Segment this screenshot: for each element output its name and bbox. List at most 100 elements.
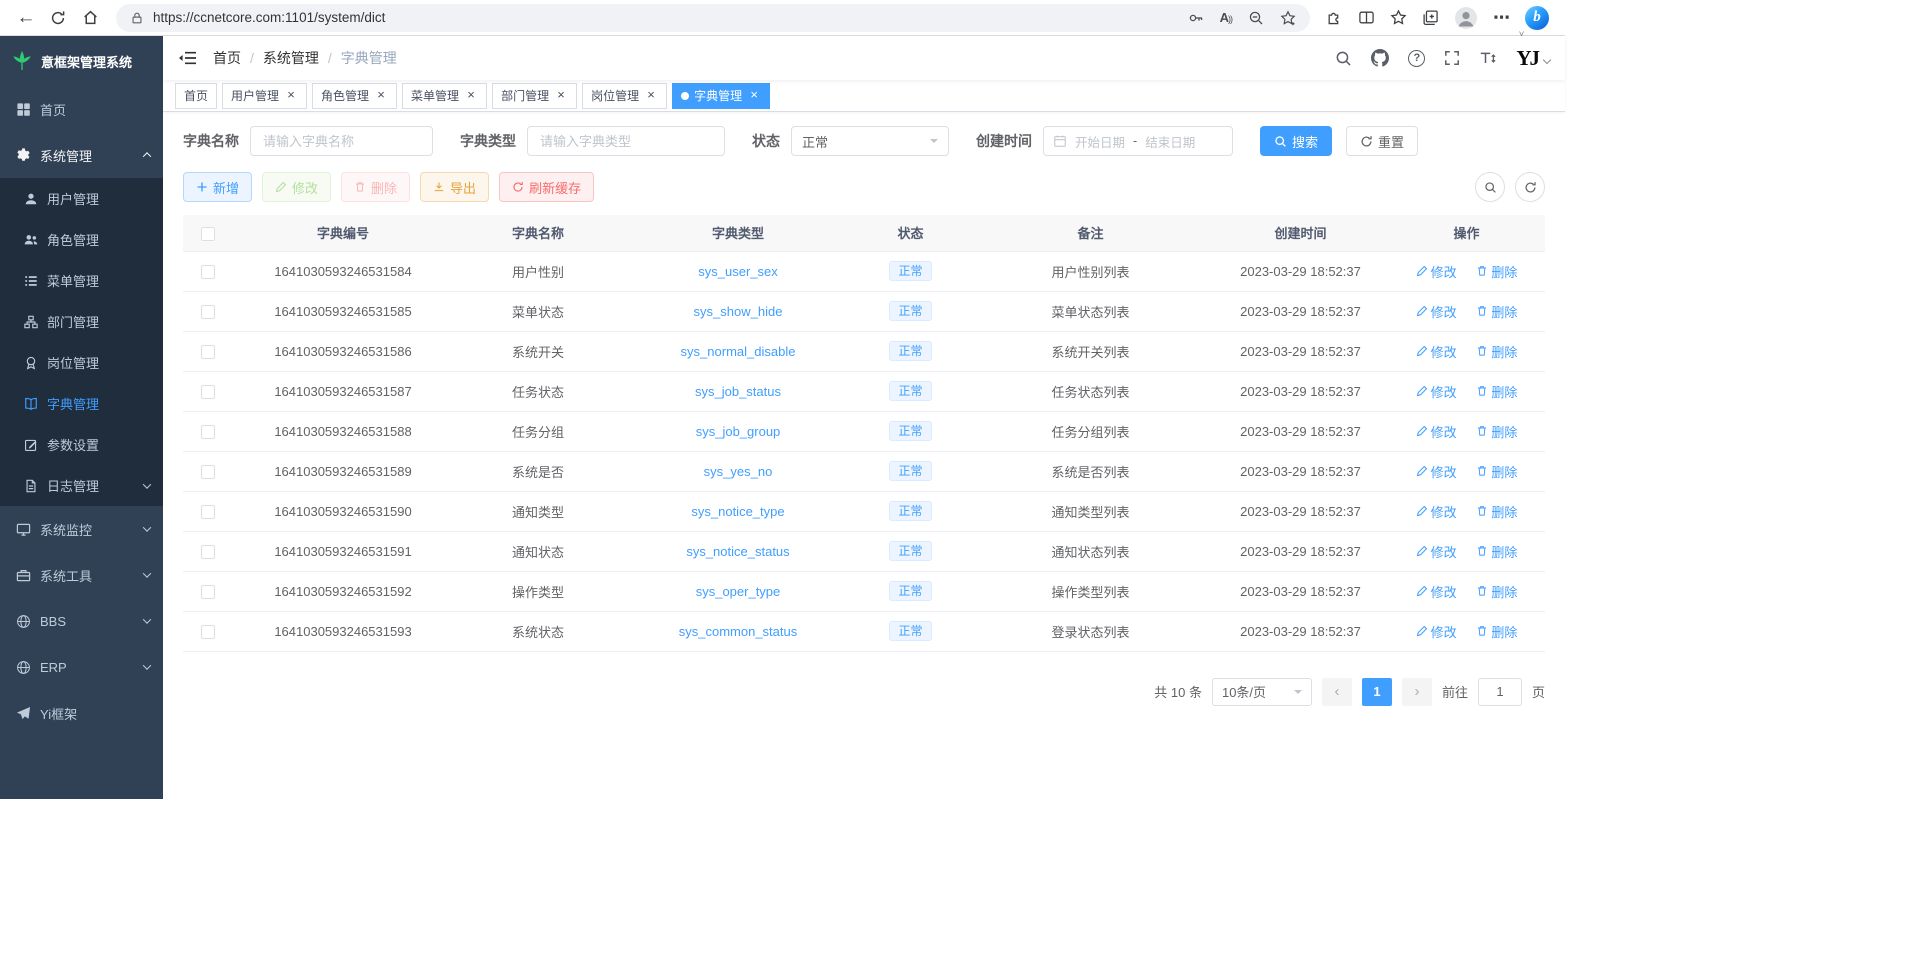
close-icon[interactable] bbox=[464, 89, 478, 103]
row-checkbox[interactable] bbox=[201, 265, 215, 279]
row-delete-button[interactable]: 删除 bbox=[1476, 502, 1517, 521]
row-edit-button[interactable]: 修改 bbox=[1416, 382, 1457, 401]
row-edit-button[interactable]: 修改 bbox=[1416, 462, 1457, 481]
close-icon[interactable] bbox=[747, 89, 761, 103]
export-button[interactable]: 导出 bbox=[420, 172, 489, 202]
row-checkbox[interactable] bbox=[201, 585, 215, 599]
sidebar-item-dept-mgmt[interactable]: 部门管理 bbox=[0, 301, 163, 342]
row-delete-button[interactable]: 删除 bbox=[1476, 622, 1517, 641]
home-button[interactable] bbox=[74, 3, 106, 33]
dict-type-link[interactable]: sys_yes_no bbox=[704, 464, 773, 479]
extensions-icon[interactable] bbox=[1326, 9, 1343, 26]
sidebar-item-log-mgmt[interactable]: 日志管理 bbox=[0, 465, 163, 506]
row-delete-button[interactable]: 删除 bbox=[1476, 262, 1517, 281]
row-checkbox[interactable] bbox=[201, 305, 215, 319]
read-aloud-icon[interactable]: A)) bbox=[1220, 10, 1232, 25]
dict-type-link[interactable]: sys_normal_disable bbox=[681, 344, 796, 359]
bing-chat-icon[interactable]: b bbox=[1525, 6, 1549, 30]
dict-name-input[interactable] bbox=[250, 126, 433, 156]
tab-post-mgmt[interactable]: 岗位管理 bbox=[582, 83, 667, 109]
tab-user-mgmt[interactable]: 用户管理 bbox=[222, 83, 307, 109]
add-favorite-star-icon[interactable] bbox=[1280, 10, 1296, 26]
close-icon[interactable] bbox=[554, 89, 568, 103]
status-select[interactable]: 正常 bbox=[791, 126, 949, 156]
sidebar-item-role-mgmt[interactable]: 角色管理 bbox=[0, 219, 163, 260]
row-edit-button[interactable]: 修改 bbox=[1416, 262, 1457, 281]
sidebar-item-tools[interactable]: 系统工具 bbox=[0, 552, 163, 598]
tab-dict-mgmt[interactable]: 字典管理 bbox=[672, 83, 770, 109]
breadcrumb-item-system[interactable]: 系统管理 bbox=[263, 48, 319, 68]
dict-type-link[interactable]: sys_job_group bbox=[696, 424, 781, 439]
row-checkbox[interactable] bbox=[201, 545, 215, 559]
row-delete-button[interactable]: 删除 bbox=[1476, 302, 1517, 321]
dict-type-link[interactable]: sys_job_status bbox=[695, 384, 781, 399]
row-checkbox[interactable] bbox=[201, 505, 215, 519]
profile-avatar[interactable] bbox=[1454, 6, 1478, 30]
page-size-select[interactable]: 10条/页 bbox=[1212, 678, 1312, 706]
dict-type-link[interactable]: sys_user_sex bbox=[698, 264, 777, 279]
dict-type-input[interactable] bbox=[527, 126, 725, 156]
row-checkbox[interactable] bbox=[201, 625, 215, 639]
close-icon[interactable] bbox=[644, 89, 658, 103]
row-delete-button[interactable]: 删除 bbox=[1476, 582, 1517, 601]
row-delete-button[interactable]: 删除 bbox=[1476, 542, 1517, 561]
sidebar-item-dict-mgmt[interactable]: 字典管理 bbox=[0, 383, 163, 424]
sidebar-item-user-mgmt[interactable]: 用户管理 bbox=[0, 178, 163, 219]
row-delete-button[interactable]: 删除 bbox=[1476, 422, 1517, 441]
row-edit-button[interactable]: 修改 bbox=[1416, 622, 1457, 641]
lock-icon[interactable] bbox=[130, 11, 144, 25]
sidebar-item-post-mgmt[interactable]: 岗位管理 bbox=[0, 342, 163, 383]
help-icon[interactable] bbox=[1408, 50, 1425, 67]
delete-button[interactable]: 删除 bbox=[341, 172, 410, 202]
row-edit-button[interactable]: 修改 bbox=[1416, 582, 1457, 601]
row-delete-button[interactable]: 删除 bbox=[1476, 462, 1517, 481]
edit-button[interactable]: 修改 bbox=[262, 172, 331, 202]
zoom-out-icon[interactable] bbox=[1248, 10, 1264, 26]
row-edit-button[interactable]: 修改 bbox=[1416, 502, 1457, 521]
dict-type-link[interactable]: sys_oper_type bbox=[696, 584, 781, 599]
refresh-table-button[interactable] bbox=[1515, 172, 1545, 202]
refresh-cache-button[interactable]: 刷新缓存 bbox=[499, 172, 594, 202]
collapse-sidebar-icon[interactable] bbox=[178, 50, 197, 66]
sidebar-item-system[interactable]: 系统管理 bbox=[0, 132, 163, 178]
font-size-icon[interactable] bbox=[1479, 50, 1497, 66]
dict-type-link[interactable]: sys_show_hide bbox=[694, 304, 783, 319]
search-button[interactable]: 搜索 bbox=[1260, 126, 1332, 156]
sidebar-item-home[interactable]: 首页 bbox=[0, 86, 163, 132]
row-edit-button[interactable]: 修改 bbox=[1416, 302, 1457, 321]
date-range-picker[interactable]: 开始日期 - 结束日期 bbox=[1043, 126, 1233, 156]
search-icon[interactable] bbox=[1335, 50, 1352, 67]
row-checkbox[interactable] bbox=[201, 465, 215, 479]
row-delete-button[interactable]: 删除 bbox=[1476, 382, 1517, 401]
more-menu-icon[interactable] bbox=[1493, 8, 1510, 28]
prev-page-button[interactable]: ‹ bbox=[1322, 678, 1352, 706]
row-edit-button[interactable]: 修改 bbox=[1416, 542, 1457, 561]
tab-dept-mgmt[interactable]: 部门管理 bbox=[492, 83, 577, 109]
add-button[interactable]: 新增 bbox=[183, 172, 252, 202]
dict-type-link[interactable]: sys_notice_type bbox=[691, 504, 784, 519]
favorites-icon[interactable] bbox=[1390, 9, 1407, 26]
next-page-button[interactable]: › bbox=[1402, 678, 1432, 706]
password-key-icon[interactable] bbox=[1188, 10, 1204, 26]
sidebar-item-monitor[interactable]: 系统监控 bbox=[0, 506, 163, 552]
split-screen-icon[interactable] bbox=[1358, 9, 1375, 26]
goto-page-input[interactable] bbox=[1478, 678, 1522, 706]
sidebar-item-bbs[interactable]: BBS bbox=[0, 598, 163, 644]
row-checkbox[interactable] bbox=[201, 425, 215, 439]
tab-role-mgmt[interactable]: 角色管理 bbox=[312, 83, 397, 109]
sidebar-item-menu-mgmt[interactable]: 菜单管理 bbox=[0, 260, 163, 301]
tab-home[interactable]: 首页 bbox=[175, 83, 217, 109]
app-logo[interactable]: 意框架管理系统 bbox=[0, 36, 163, 86]
breadcrumb-item-home[interactable]: 首页 bbox=[213, 48, 241, 68]
row-delete-button[interactable]: 删除 bbox=[1476, 342, 1517, 361]
show-search-toggle-button[interactable] bbox=[1475, 172, 1505, 202]
sidebar-item-erp[interactable]: ERP bbox=[0, 644, 163, 690]
dict-type-link[interactable]: sys_notice_status bbox=[686, 544, 789, 559]
close-icon[interactable] bbox=[374, 89, 388, 103]
sidebar-item-param-settings[interactable]: 参数设置 bbox=[0, 424, 163, 465]
fullscreen-icon[interactable] bbox=[1444, 50, 1460, 66]
reset-button[interactable]: 重置 bbox=[1346, 126, 1418, 156]
tab-menu-mgmt[interactable]: 菜单管理 bbox=[402, 83, 487, 109]
close-icon[interactable] bbox=[284, 89, 298, 103]
collections-icon[interactable] bbox=[1422, 9, 1439, 26]
